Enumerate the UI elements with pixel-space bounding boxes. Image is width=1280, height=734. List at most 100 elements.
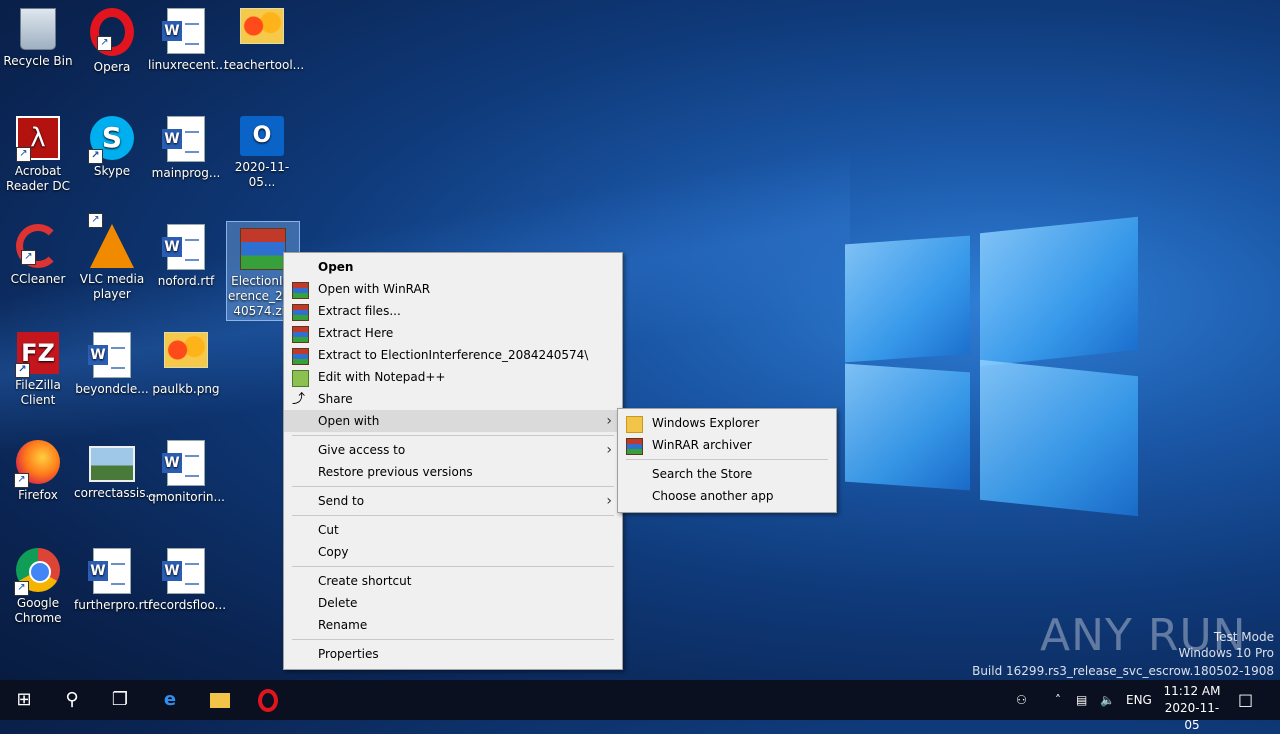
desktop-icon-linuxrecent[interactable]: linuxrecent... — [148, 2, 227, 73]
menu-item-rename[interactable]: Rename — [284, 614, 622, 636]
taskbar: ⊞ ⚲ ❐ e ⚇ ˄ ▤ 🔈 ENG 11:12 AM 2020-11-05 … — [0, 680, 1280, 732]
windows-logo-icon: ⊞ — [16, 689, 32, 710]
desktop-icon-paulkb[interactable]: paulkb.png — [148, 326, 224, 397]
os-edition-label: Windows 10 Pro — [1178, 646, 1274, 660]
desktop-icon-label: correctassis... — [74, 486, 157, 500]
menu-item-create-shortcut[interactable]: Create shortcut — [284, 570, 622, 592]
desktop-icon-furtherpro[interactable]: furtherpro.rtf — [74, 542, 153, 613]
menu-item-open-with[interactable]: Open with › — [284, 410, 622, 432]
shortcut-arrow-icon: ↗ — [14, 581, 29, 596]
acrobat-icon: λ ↗ — [16, 116, 60, 162]
menu-item-copy[interactable]: Copy — [284, 541, 622, 563]
volume-icon[interactable]: 🔈 — [1100, 680, 1115, 720]
desktop-icon-label: noford.rtf — [157, 274, 215, 288]
search-button[interactable]: ⚲ — [48, 680, 96, 720]
open-with-submenu: Windows Explorer WinRAR archiver Search … — [617, 408, 837, 513]
desktop-icon-label: Recycle Bin — [3, 54, 73, 68]
winrar-icon — [292, 282, 309, 299]
start-button[interactable]: ⊞ — [0, 680, 48, 720]
chevron-right-icon: › — [606, 493, 612, 509]
firefox-icon: ↗ — [14, 440, 60, 488]
word-document-icon — [162, 224, 209, 270]
desktop-icon-ccleaner[interactable]: ↗ CCleaner — [0, 218, 76, 287]
menu-item-properties[interactable]: Properties — [284, 643, 622, 665]
desktop-icon-chrome[interactable]: ↗ Google Chrome — [0, 542, 76, 626]
clock-time: 11:12 AM — [1163, 684, 1221, 698]
desktop-icon-recycle-bin[interactable]: Recycle Bin — [0, 2, 76, 69]
desktop-icon-label: Skype — [93, 164, 131, 178]
desktop-icon-skype[interactable]: S ↗ Skype — [74, 110, 150, 179]
desktop-icon-outlook-msg[interactable]: O 2020-11-05... — [224, 110, 300, 190]
menu-separator — [292, 639, 614, 640]
menu-item-label: Open with WinRAR — [318, 282, 431, 296]
language-indicator[interactable]: ENG — [1126, 680, 1152, 720]
ccleaner-icon: ↗ — [16, 224, 60, 268]
menu-item-send-to[interactable]: Send to › — [284, 490, 622, 512]
menu-item-edit-notepadpp[interactable]: Edit with Notepad++ — [284, 366, 622, 388]
vlc-icon: ↗ — [88, 213, 134, 268]
filezilla-icon: FZ ↗ — [15, 332, 59, 378]
menu-item-share[interactable]: ⤴ Share — [284, 388, 622, 410]
menu-item-extract-here[interactable]: Extract Here — [284, 322, 622, 344]
image-file-icon — [163, 332, 209, 378]
menu-item-label: WinRAR archiver — [652, 438, 752, 452]
build-label: Build 16299.rs3_release_svc_escrow.18050… — [972, 664, 1274, 678]
desktop-icon-label: Acrobat Reader DC — [6, 164, 70, 193]
desktop-icon-acrobat[interactable]: λ ↗ Acrobat Reader DC — [0, 110, 76, 194]
menu-item-label: Delete — [318, 596, 358, 610]
submenu-item-search-store[interactable]: Search the Store — [618, 463, 836, 485]
wallpaper-logo-pane — [845, 235, 970, 363]
context-menu: Open Open with WinRAR Extract files... E… — [283, 252, 623, 670]
menu-item-extract-files[interactable]: Extract files... — [284, 300, 622, 322]
desktop-icon-correctassis[interactable]: correctassis... — [74, 434, 157, 501]
desktop-icon-qmonitorin[interactable]: qmonitorin... — [148, 434, 225, 505]
menu-separator — [626, 459, 828, 460]
folder-icon — [210, 692, 230, 708]
shortcut-arrow-icon: ↗ — [88, 213, 103, 228]
chevron-up-icon[interactable]: ˄ — [1055, 680, 1061, 720]
taskbar-file-explorer[interactable] — [196, 680, 244, 720]
word-document-icon — [162, 116, 209, 162]
submenu-item-windows-explorer[interactable]: Windows Explorer — [618, 412, 836, 434]
desktop-icon-opera[interactable]: ↗ Opera — [74, 2, 150, 75]
menu-item-open[interactable]: Open — [284, 256, 622, 278]
submenu-item-winrar-archiver[interactable]: WinRAR archiver — [618, 434, 836, 456]
desktop-icon-label: paulkb.png — [152, 382, 220, 396]
notifications-icon[interactable]: □ — [1238, 680, 1253, 720]
test-mode-label: Test Mode — [1213, 630, 1274, 644]
menu-item-delete[interactable]: Delete — [284, 592, 622, 614]
menu-item-extract-to[interactable]: Extract to ElectionInterference_20842405… — [284, 344, 622, 366]
desktop-icon-noford[interactable]: noford.rtf — [148, 218, 224, 289]
clock[interactable]: 11:12 AM 2020-11-05 — [1160, 683, 1224, 734]
winrar-icon — [292, 348, 309, 365]
shortcut-arrow-icon: ↗ — [14, 473, 29, 488]
menu-item-give-access[interactable]: Give access to › — [284, 439, 622, 461]
taskbar-edge[interactable]: e — [146, 680, 194, 720]
word-document-icon — [162, 440, 209, 486]
taskbar-opera[interactable] — [244, 680, 292, 720]
desktop-icon-label: Firefox — [18, 488, 58, 502]
desktop-icon-recordsfloo[interactable]: recordsfloo... — [148, 542, 226, 613]
network-icon[interactable]: ▤ — [1076, 680, 1087, 720]
people-icon[interactable]: ⚇ — [1016, 680, 1027, 720]
menu-item-cut[interactable]: Cut — [284, 519, 622, 541]
winrar-icon — [292, 326, 309, 343]
menu-item-label: Rename — [318, 618, 368, 632]
menu-item-open-with-winrar[interactable]: Open with WinRAR — [284, 278, 622, 300]
task-view-button[interactable]: ❐ — [96, 680, 144, 720]
menu-separator — [292, 486, 614, 487]
desktop-icon-vlc[interactable]: ↗ VLC media player — [74, 213, 150, 302]
desktop-icon-filezilla[interactable]: FZ ↗ FileZilla Client — [0, 326, 76, 408]
menu-item-label: Extract to ElectionInterference_20842405… — [318, 348, 589, 362]
menu-item-label: Copy — [318, 545, 349, 559]
menu-item-restore-versions[interactable]: Restore previous versions — [284, 461, 622, 483]
submenu-item-choose-app[interactable]: Choose another app — [618, 485, 836, 507]
menu-separator — [292, 435, 614, 436]
shortcut-arrow-icon: ↗ — [21, 250, 36, 265]
desktop-icon-beyondcle[interactable]: beyondcle... — [74, 326, 150, 397]
menu-item-label: Windows Explorer — [652, 416, 760, 430]
desktop-icon-teachertool[interactable]: teachertool... — [224, 2, 304, 73]
desktop-icon-firefox[interactable]: ↗ Firefox — [0, 434, 76, 503]
desktop-icon-mainprog[interactable]: mainprog... — [148, 110, 224, 181]
outlook-icon: O — [240, 116, 284, 156]
